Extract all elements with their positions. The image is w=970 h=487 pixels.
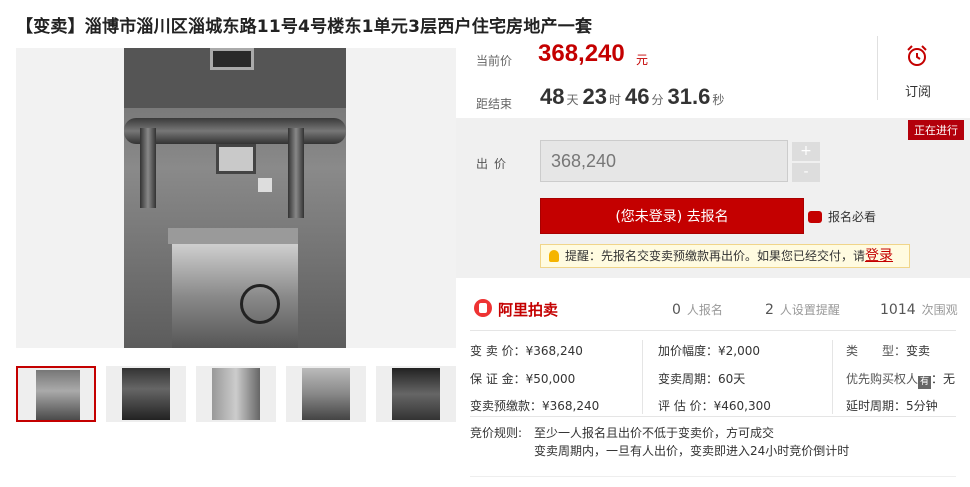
- appraisal-info: 评 估 价：¥460,300: [658, 399, 771, 413]
- page-title: 【变卖】淄博市淄川区淄城东路11号4号楼东1单元3层西户住宅房地产一套: [16, 17, 593, 37]
- countdown-label: 距结束: [476, 97, 513, 111]
- status-badge: 正在进行: [908, 120, 964, 140]
- rules-label: 竞价规则:: [470, 426, 523, 440]
- thumbnail-2[interactable]: [106, 366, 186, 422]
- rule-line-1: 至少一人报名且出价不低于变卖价，方可成交: [534, 426, 775, 440]
- rule-line-2: 变卖周期内，一旦有人出价，变卖即进入24小时竞价倒计时: [534, 444, 850, 458]
- lightbulb-icon: [549, 250, 559, 262]
- thumbnail-5[interactable]: [376, 366, 456, 422]
- current-price-value: 368,240: [538, 40, 625, 67]
- login-link[interactable]: 登录: [865, 248, 893, 264]
- alarm-clock-icon[interactable]: [905, 44, 929, 68]
- ali-auction-logo-icon: [474, 299, 492, 317]
- countdown-minutes: 46: [625, 84, 650, 109]
- building-photo: [124, 48, 346, 348]
- current-price-label: 当前价: [476, 54, 513, 68]
- bid-panel: 正在进行 出价 368,240 + - (您未登录) 去报名 报名必看 提醒：先…: [456, 118, 970, 278]
- thumbnail-3[interactable]: [196, 366, 276, 422]
- bid-label: 出价: [476, 157, 513, 171]
- thumbnail-1[interactable]: [16, 366, 96, 422]
- type-info: 类 型：变卖: [846, 344, 931, 358]
- countdown-seconds: 31.6: [667, 84, 711, 109]
- thumbnail-4[interactable]: [286, 366, 366, 422]
- priority-buyer-info: 优先购买权人有：无: [846, 372, 956, 389]
- prepayment-info: 变卖预缴款：¥368,240: [470, 399, 600, 413]
- signup-count: 0 人报名: [672, 302, 723, 318]
- deposit-info: 保 证 金：¥50,000: [470, 372, 576, 386]
- signup-button[interactable]: (您未登录) 去报名: [540, 198, 804, 234]
- decrease-bid-button[interactable]: -: [792, 163, 820, 182]
- reminder-tip: 提醒：先报名交变卖预缴款再出价。如果您已经交付，请登录: [540, 244, 910, 268]
- countdown-hours: 23: [582, 84, 607, 109]
- main-property-photo[interactable]: [16, 48, 456, 348]
- extension-info: 延时周期：5分钟: [846, 399, 938, 413]
- sale-price-info: 变 卖 价：¥368,240: [470, 344, 583, 358]
- brand-name: 阿里拍卖: [498, 301, 559, 319]
- divider: [877, 36, 878, 100]
- bid-amount-input[interactable]: 368,240: [540, 140, 788, 182]
- coins-icon: [808, 211, 822, 223]
- countdown-days: 48: [540, 84, 565, 109]
- view-count: 1014 次围观: [880, 302, 958, 318]
- increment-info: 加价幅度：¥2,000: [658, 344, 760, 358]
- reminder-count: 2 人设置提醒: [765, 302, 840, 318]
- sale-period-info: 变卖周期：60天: [658, 372, 746, 386]
- subscribe-button[interactable]: 订阅: [905, 81, 931, 100]
- current-price-unit: 元: [636, 53, 649, 67]
- must-read-link[interactable]: 报名必看: [808, 208, 876, 225]
- info-badge-icon[interactable]: 有: [918, 376, 932, 389]
- countdown-timer: 48 天 23 时 46 分 31.6 秒: [540, 84, 725, 109]
- increase-bid-button[interactable]: +: [792, 142, 820, 161]
